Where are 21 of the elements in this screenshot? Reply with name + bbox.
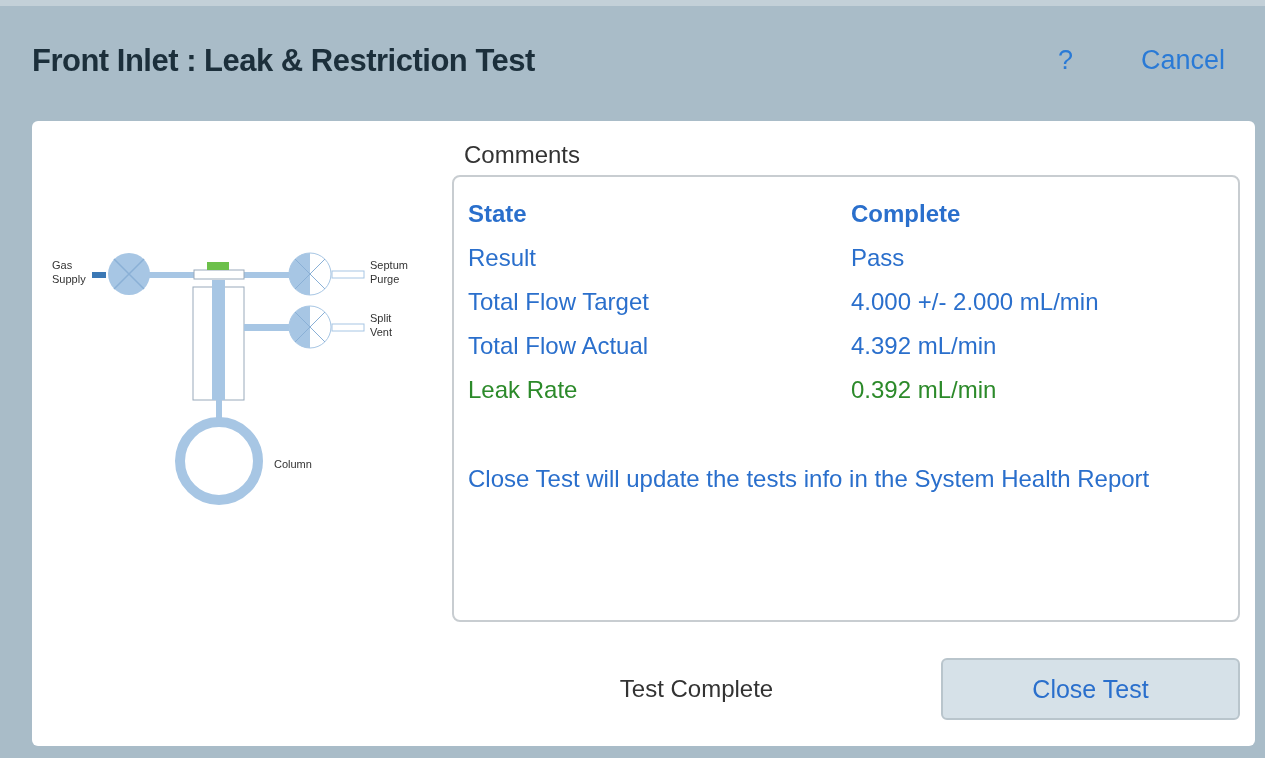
comments-label: Comments [464,141,582,169]
diagram-label: Column [274,458,312,470]
close-test-button[interactable]: Close Test [941,658,1240,720]
result-value: Pass [851,243,906,273]
result-name: Total Flow Target [468,287,650,317]
result-name: State [468,199,528,229]
dialog-title: Front Inlet : Leak & Restriction Test [32,42,536,79]
result-value: Complete [851,199,962,229]
result-name: Result [468,243,538,273]
diagram-label: Septum Purge [370,259,408,285]
result-name: Total Flow Actual [468,331,650,361]
diagram-label: Gas Supply [52,259,86,285]
info-note: Close Test will update the tests info in the System Health Report [468,464,1151,494]
result-name: Leak Rate [468,375,579,405]
result-value: 4.000 +/- 2.000 mL/min [851,287,1100,317]
test-status: Test Complete [618,675,775,703]
diagram-label: Split Vent [370,312,393,338]
help-link[interactable]: ? [1057,45,1073,76]
result-value: 4.392 mL/min [851,331,998,361]
result-value: 0.392 mL/min [851,375,998,405]
cancel-link[interactable]: Cancel [1140,45,1225,76]
